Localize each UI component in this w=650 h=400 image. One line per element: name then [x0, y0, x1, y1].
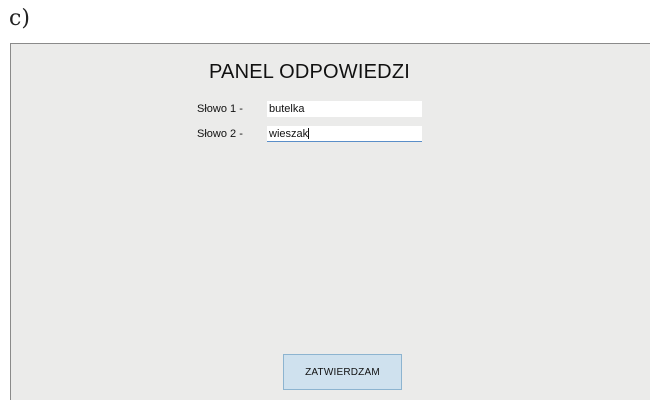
figure-label: c): [9, 6, 30, 31]
word-1-input[interactable]: butelka: [267, 101, 422, 117]
panel-title: PANEL ODPOWIEDZI: [209, 61, 411, 83]
answer-panel-window: PANEL ODPOWIEDZI Słowo 1 - butelka Słowo…: [10, 43, 650, 400]
word-2-input[interactable]: wieszak: [267, 126, 422, 142]
word-2-label: Słowo 2 -: [197, 128, 243, 140]
word-1-value: butelka: [269, 103, 305, 115]
text-caret: [308, 128, 310, 139]
submit-button[interactable]: ZATWIERDZAM: [283, 354, 402, 390]
word-1-label: Słowo 1 -: [197, 103, 243, 115]
word-2-value: wieszak: [269, 128, 309, 140]
